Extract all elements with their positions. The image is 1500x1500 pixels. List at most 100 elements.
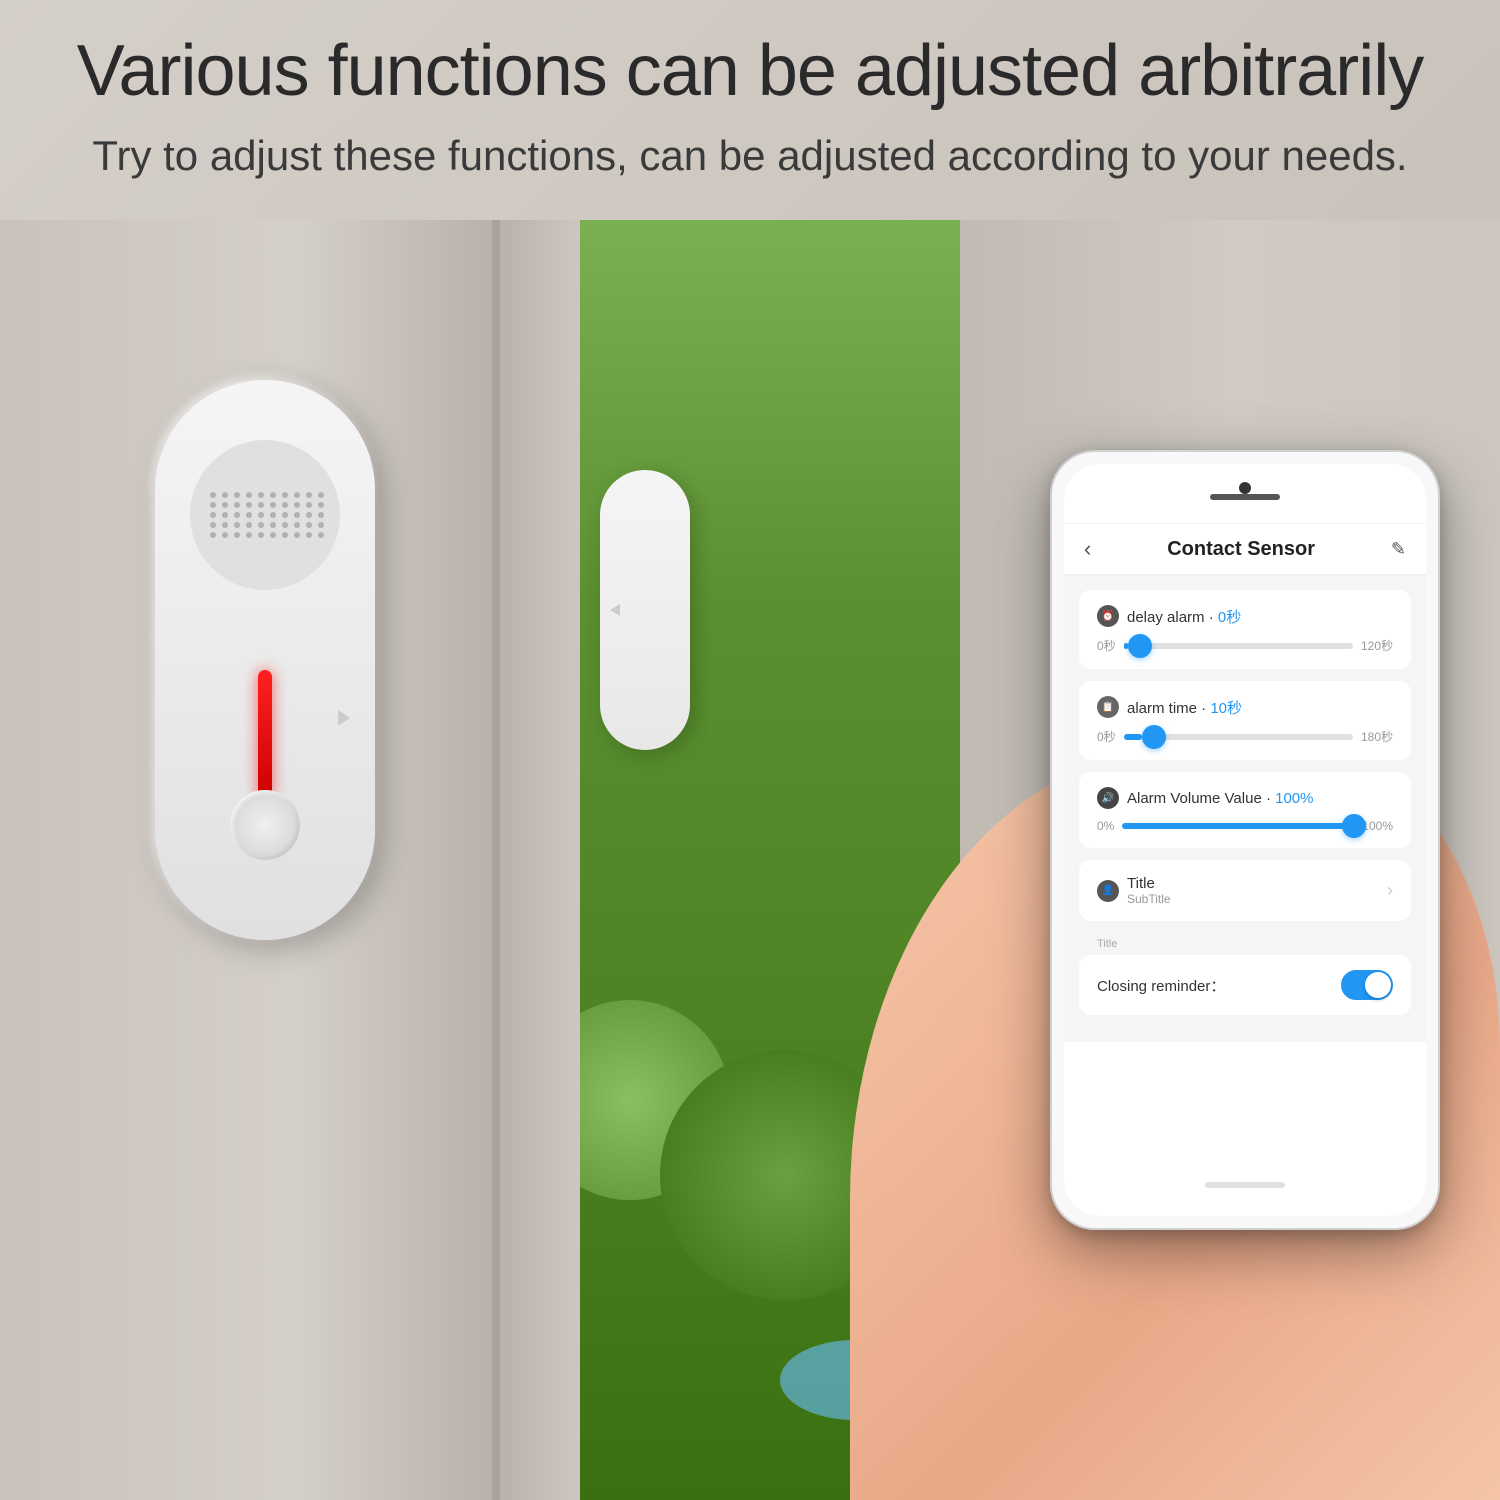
closing-reminder-toggle[interactable] — [1341, 970, 1393, 1000]
alarm-time-name: alarm time · 10秒 — [1127, 697, 1242, 718]
speaker-dot — [246, 512, 252, 518]
speaker-dot — [318, 512, 324, 518]
speaker-dot — [282, 502, 288, 508]
app-header: ‹ Contact Sensor ✎ — [1064, 524, 1426, 575]
speaker-dot — [234, 532, 240, 538]
speaker-dot — [318, 532, 324, 538]
speaker-dot — [234, 492, 240, 498]
alarm-volume-min: 0% — [1097, 819, 1114, 833]
main-title: Various functions can be adjusted arbitr… — [0, 30, 1500, 112]
delay-alarm-label-row: ⏰ delay alarm · 0秒 — [1097, 605, 1393, 627]
delay-alarm-slider-container: 0秒 120秒 — [1097, 637, 1393, 654]
speaker-dot — [294, 492, 300, 498]
alarm-time-label-row: 📋 alarm time · 10秒 — [1097, 696, 1393, 718]
sensor-speaker — [190, 440, 340, 590]
alarm-volume-label-row: 🔊 Alarm Volume Value · 100% — [1097, 787, 1393, 809]
alarm-time-setting: 📋 alarm time · 10秒 0秒 180秒 — [1079, 681, 1411, 760]
alarm-time-slider-container: 0秒 180秒 — [1097, 728, 1393, 745]
alarm-time-value: 10秒 — [1210, 700, 1242, 717]
speaker-dot — [306, 492, 312, 498]
closing-reminder-label: Closing reminder： — [1097, 975, 1225, 996]
speaker-dot — [294, 512, 300, 518]
app-title: Contact Sensor — [1167, 538, 1315, 561]
speaker-dot — [258, 502, 264, 508]
speaker-dot — [270, 532, 276, 538]
alarm-time-min: 0秒 — [1097, 728, 1116, 745]
speaker-dot — [210, 522, 216, 528]
title-section-label: Title — [1079, 933, 1411, 955]
speaker-dot — [294, 522, 300, 528]
sub-title: Try to adjust these functions, can be ad… — [0, 132, 1500, 180]
alarm-volume-track[interactable] — [1122, 823, 1354, 829]
speaker-dot — [318, 492, 324, 498]
delay-alarm-max: 120秒 — [1361, 637, 1393, 654]
app-content: ⏰ delay alarm · 0秒 0秒 120秒 — [1064, 575, 1426, 1042]
sensor-arrow — [338, 710, 350, 726]
sensor-small-unit — [600, 470, 690, 750]
alarm-volume-thumb[interactable] — [1342, 814, 1366, 838]
delay-alarm-icon: ⏰ — [1097, 605, 1119, 627]
speaker-dot — [294, 502, 300, 508]
alarm-time-max: 180秒 — [1361, 728, 1393, 745]
delay-alarm-value: 0秒 — [1218, 609, 1241, 626]
speaker-dot — [270, 522, 276, 528]
speaker-dot — [234, 512, 240, 518]
speaker-dot — [282, 532, 288, 538]
page-container: Various functions can be adjusted arbitr… — [0, 0, 1500, 1500]
nav-item-subtitle: SubTitle — [1127, 892, 1171, 906]
delay-alarm-min: 0秒 — [1097, 637, 1116, 654]
sensor-button[interactable] — [230, 790, 300, 860]
speaker-dot — [306, 512, 312, 518]
back-button[interactable]: ‹ — [1084, 536, 1091, 562]
speaker-dot — [210, 492, 216, 498]
sensor-small-arrow — [610, 604, 620, 616]
speaker-dot — [294, 532, 300, 538]
speaker-dot — [246, 532, 252, 538]
edit-button[interactable]: ✎ — [1391, 539, 1406, 560]
speaker-dots-grid — [190, 472, 340, 558]
alarm-volume-name: Alarm Volume Value · 100% — [1127, 790, 1314, 807]
sensor-main-unit — [155, 380, 375, 940]
speaker-dot — [246, 492, 252, 498]
speaker-dot — [258, 532, 264, 538]
speaker-dot — [210, 532, 216, 538]
phone-hand-container: ‹ Contact Sensor ✎ ⏰ delay alarm · 0秒 0秒 — [820, 400, 1500, 1500]
speaker-dot — [210, 512, 216, 518]
speaker-dot — [234, 522, 240, 528]
nav-item-title: Title — [1127, 875, 1171, 892]
alarm-time-track[interactable] — [1124, 734, 1353, 740]
delay-alarm-setting: ⏰ delay alarm · 0秒 0秒 120秒 — [1079, 590, 1411, 669]
speaker-dot — [270, 512, 276, 518]
title-nav-row[interactable]: 👤 Title SubTitle › — [1079, 860, 1411, 921]
speaker-dot — [258, 492, 264, 498]
phone-speaker-slot — [1210, 494, 1280, 500]
sensor-led-indicator — [258, 670, 272, 800]
speaker-dot — [222, 532, 228, 538]
delay-alarm-name: delay alarm · 0秒 — [1127, 606, 1241, 627]
title-nav-row-left: 👤 Title SubTitle — [1097, 875, 1171, 906]
alarm-time-thumb[interactable] — [1142, 725, 1166, 749]
delay-alarm-track[interactable] — [1124, 643, 1353, 649]
alarm-time-icon: 📋 — [1097, 696, 1119, 718]
speaker-dot — [270, 492, 276, 498]
alarm-volume-value: 100% — [1275, 790, 1313, 807]
speaker-dot — [258, 512, 264, 518]
delay-alarm-thumb[interactable] — [1128, 634, 1152, 658]
speaker-dot — [282, 522, 288, 528]
speaker-dot — [306, 532, 312, 538]
speaker-dot — [246, 522, 252, 528]
speaker-dot — [306, 522, 312, 528]
phone-device: ‹ Contact Sensor ✎ ⏰ delay alarm · 0秒 0秒 — [1050, 450, 1440, 1230]
speaker-dot — [222, 512, 228, 518]
header-section: Various functions can be adjusted arbitr… — [0, 30, 1500, 180]
alarm-volume-icon: 🔊 — [1097, 787, 1119, 809]
door-frame-right — [500, 220, 580, 1500]
speaker-dot — [210, 502, 216, 508]
alarm-volume-fill — [1122, 823, 1354, 829]
phone-screen: ‹ Contact Sensor ✎ ⏰ delay alarm · 0秒 0秒 — [1064, 464, 1426, 1216]
alarm-volume-setting: 🔊 Alarm Volume Value · 100% 0% 100% — [1079, 772, 1411, 848]
speaker-dot — [282, 512, 288, 518]
speaker-dot — [222, 522, 228, 528]
speaker-dot — [270, 502, 276, 508]
home-indicator[interactable] — [1205, 1182, 1285, 1188]
